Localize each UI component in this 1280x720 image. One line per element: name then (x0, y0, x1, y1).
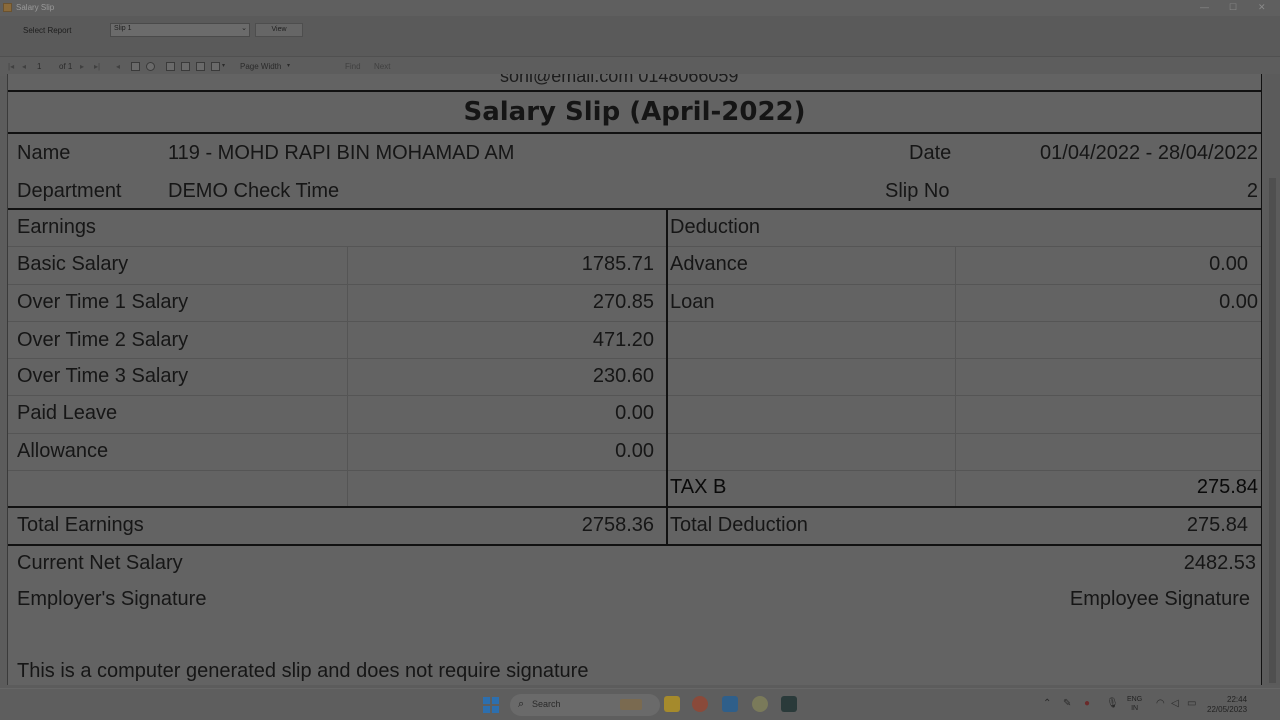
search-icon: ⌕ (518, 698, 525, 710)
minimize-icon[interactable]: — (1200, 2, 1209, 12)
date-value: 01/04/2022 - 28/04/2022 (1040, 142, 1258, 164)
zoom-dropdown-icon[interactable]: ▾ (287, 62, 290, 69)
print-icon[interactable] (166, 62, 175, 71)
report-toolbar: |◂ ◂ 1 of 1 ▸ ▸| ◂ ▾ Page Width ▾ Find N… (0, 56, 1280, 76)
deduction-label: Advance (670, 253, 748, 275)
deduction-header: Deduction (670, 216, 761, 238)
earning-label: Over Time 2 Salary (17, 329, 189, 351)
tax-value: 275.84 (1196, 476, 1258, 498)
find-link[interactable]: Find (345, 62, 361, 71)
employee-signature-label: Employee Signature (1069, 588, 1250, 610)
widgets-icon[interactable] (620, 699, 642, 710)
earning-value: 0.00 (615, 402, 654, 424)
total-deduction-label: Total Deduction (670, 514, 808, 536)
title-bar: Salary Slip — ☐ ✕ (0, 0, 1280, 16)
slip-title: Salary Slip (April-2022) (8, 90, 1261, 134)
outlook-icon[interactable] (722, 696, 738, 712)
select-report-label: Select Report (23, 26, 72, 35)
scrollbar-thumb[interactable] (1269, 178, 1276, 683)
earning-label: Allowance (17, 440, 109, 462)
slip-no-label: Slip No (885, 180, 950, 202)
tax-label: TAX B (670, 476, 727, 498)
date-label: Date (909, 142, 952, 164)
earnings-header: Earnings (17, 216, 96, 238)
export-icon[interactable] (211, 62, 220, 71)
footer-note: This is a computer generated slip and do… (17, 660, 589, 682)
language-code: ENG (1127, 696, 1143, 703)
back-icon[interactable]: ◂ (116, 62, 120, 71)
search-placeholder: Search (532, 699, 561, 709)
help-app-icon[interactable] (781, 696, 797, 712)
maximize-icon[interactable]: ☐ (1229, 2, 1237, 13)
department-value: DEMO Check Time (168, 180, 340, 202)
export-dropdown-icon[interactable]: ▾ (222, 62, 225, 69)
net-salary-label: Current Net Salary (17, 552, 183, 574)
name-label: Name (17, 142, 71, 164)
previous-page-icon[interactable]: ◂ (22, 62, 26, 71)
earning-label: Over Time 1 Salary (17, 291, 189, 313)
page-setup-icon[interactable] (196, 62, 205, 71)
total-deduction-value: 275.84 (1186, 514, 1248, 536)
clock-date: 22/05/2023 (1207, 705, 1248, 714)
contact-line: soni@email.com 0148066059 (500, 74, 739, 86)
page-count: of 1 (59, 62, 73, 71)
view-button[interactable]: View (255, 23, 303, 37)
earning-value: 1785.71 (581, 253, 654, 275)
battery-icon[interactable]: ▭ (1187, 698, 1196, 709)
clock-time: 22:44 (1227, 695, 1248, 704)
slip-no-value: 2 (1246, 180, 1258, 202)
chevron-down-icon: ⌄ (241, 25, 247, 32)
pen-icon[interactable]: ✎ (1063, 698, 1071, 709)
language-indicator[interactable]: ENG IN (1127, 695, 1142, 713)
earning-value: 471.20 (592, 329, 654, 351)
deduction-value: 0.00 (1209, 253, 1248, 275)
region-code: IN (1131, 705, 1139, 712)
report-selection-bar: Select Report Slip 1 ⌄ View (0, 16, 1280, 56)
report-viewer: soni@email.com 0148066059 Salary Slip (A… (7, 74, 1262, 685)
antivirus-icon[interactable]: ● (1084, 698, 1090, 709)
app-icon-colorful[interactable] (752, 696, 768, 712)
clock[interactable]: 22:44 22/05/2023 (1207, 695, 1247, 715)
next-link[interactable]: Next (374, 62, 390, 71)
total-earnings-value: 2758.36 (581, 514, 654, 536)
close-icon[interactable]: ✕ (1258, 2, 1266, 13)
print-layout-icon[interactable] (181, 62, 190, 71)
total-earnings-label: Total Earnings (17, 514, 144, 536)
file-explorer-icon[interactable] (664, 696, 680, 712)
earning-value: 270.85 (592, 291, 654, 313)
deduction-value: 0.00 (1219, 291, 1258, 313)
department-label: Department (17, 180, 122, 202)
employer-signature-label: Employer's Signature (17, 588, 207, 610)
app-icon (3, 3, 12, 12)
zoom-select[interactable]: Page Width (240, 62, 281, 71)
earning-value: 0.00 (615, 440, 654, 462)
refresh-icon[interactable] (146, 62, 155, 71)
earning-label: Basic Salary (17, 253, 129, 275)
deduction-label: Loan (670, 291, 715, 313)
earning-label: Over Time 3 Salary (17, 365, 189, 387)
next-page-icon[interactable]: ▸ (80, 62, 84, 71)
stop-icon[interactable] (131, 62, 140, 71)
report-select[interactable]: Slip 1 ⌄ (110, 23, 250, 37)
vertical-scrollbar[interactable] (1265, 74, 1280, 685)
window-title: Salary Slip (16, 3, 55, 12)
name-value: 119 - MOHD RAPI BIN MOHAMAD AM (168, 142, 515, 164)
report-select-value: Slip 1 (114, 25, 132, 32)
net-salary-value: 2482.53 (1183, 552, 1256, 574)
page-number-input[interactable]: 1 (37, 62, 41, 71)
volume-icon[interactable]: ◁ (1171, 698, 1179, 709)
microphone-icon[interactable]: 🎙 (1106, 698, 1119, 709)
last-page-icon[interactable]: ▸| (94, 62, 100, 71)
first-page-icon[interactable]: |◂ (8, 62, 14, 71)
chrome-icon[interactable] (692, 696, 708, 712)
taskbar: ⌕ Search ⌃ ✎ ● 🎙 ENG IN ◠ ◁ ▭ 22:44 22/0… (0, 688, 1280, 720)
earning-value: 230.60 (592, 365, 654, 387)
windows-start-icon[interactable] (483, 697, 499, 713)
wifi-icon[interactable]: ◠ (1156, 698, 1165, 709)
chevron-up-icon[interactable]: ⌃ (1043, 698, 1051, 709)
earning-label: Paid Leave (17, 402, 118, 424)
